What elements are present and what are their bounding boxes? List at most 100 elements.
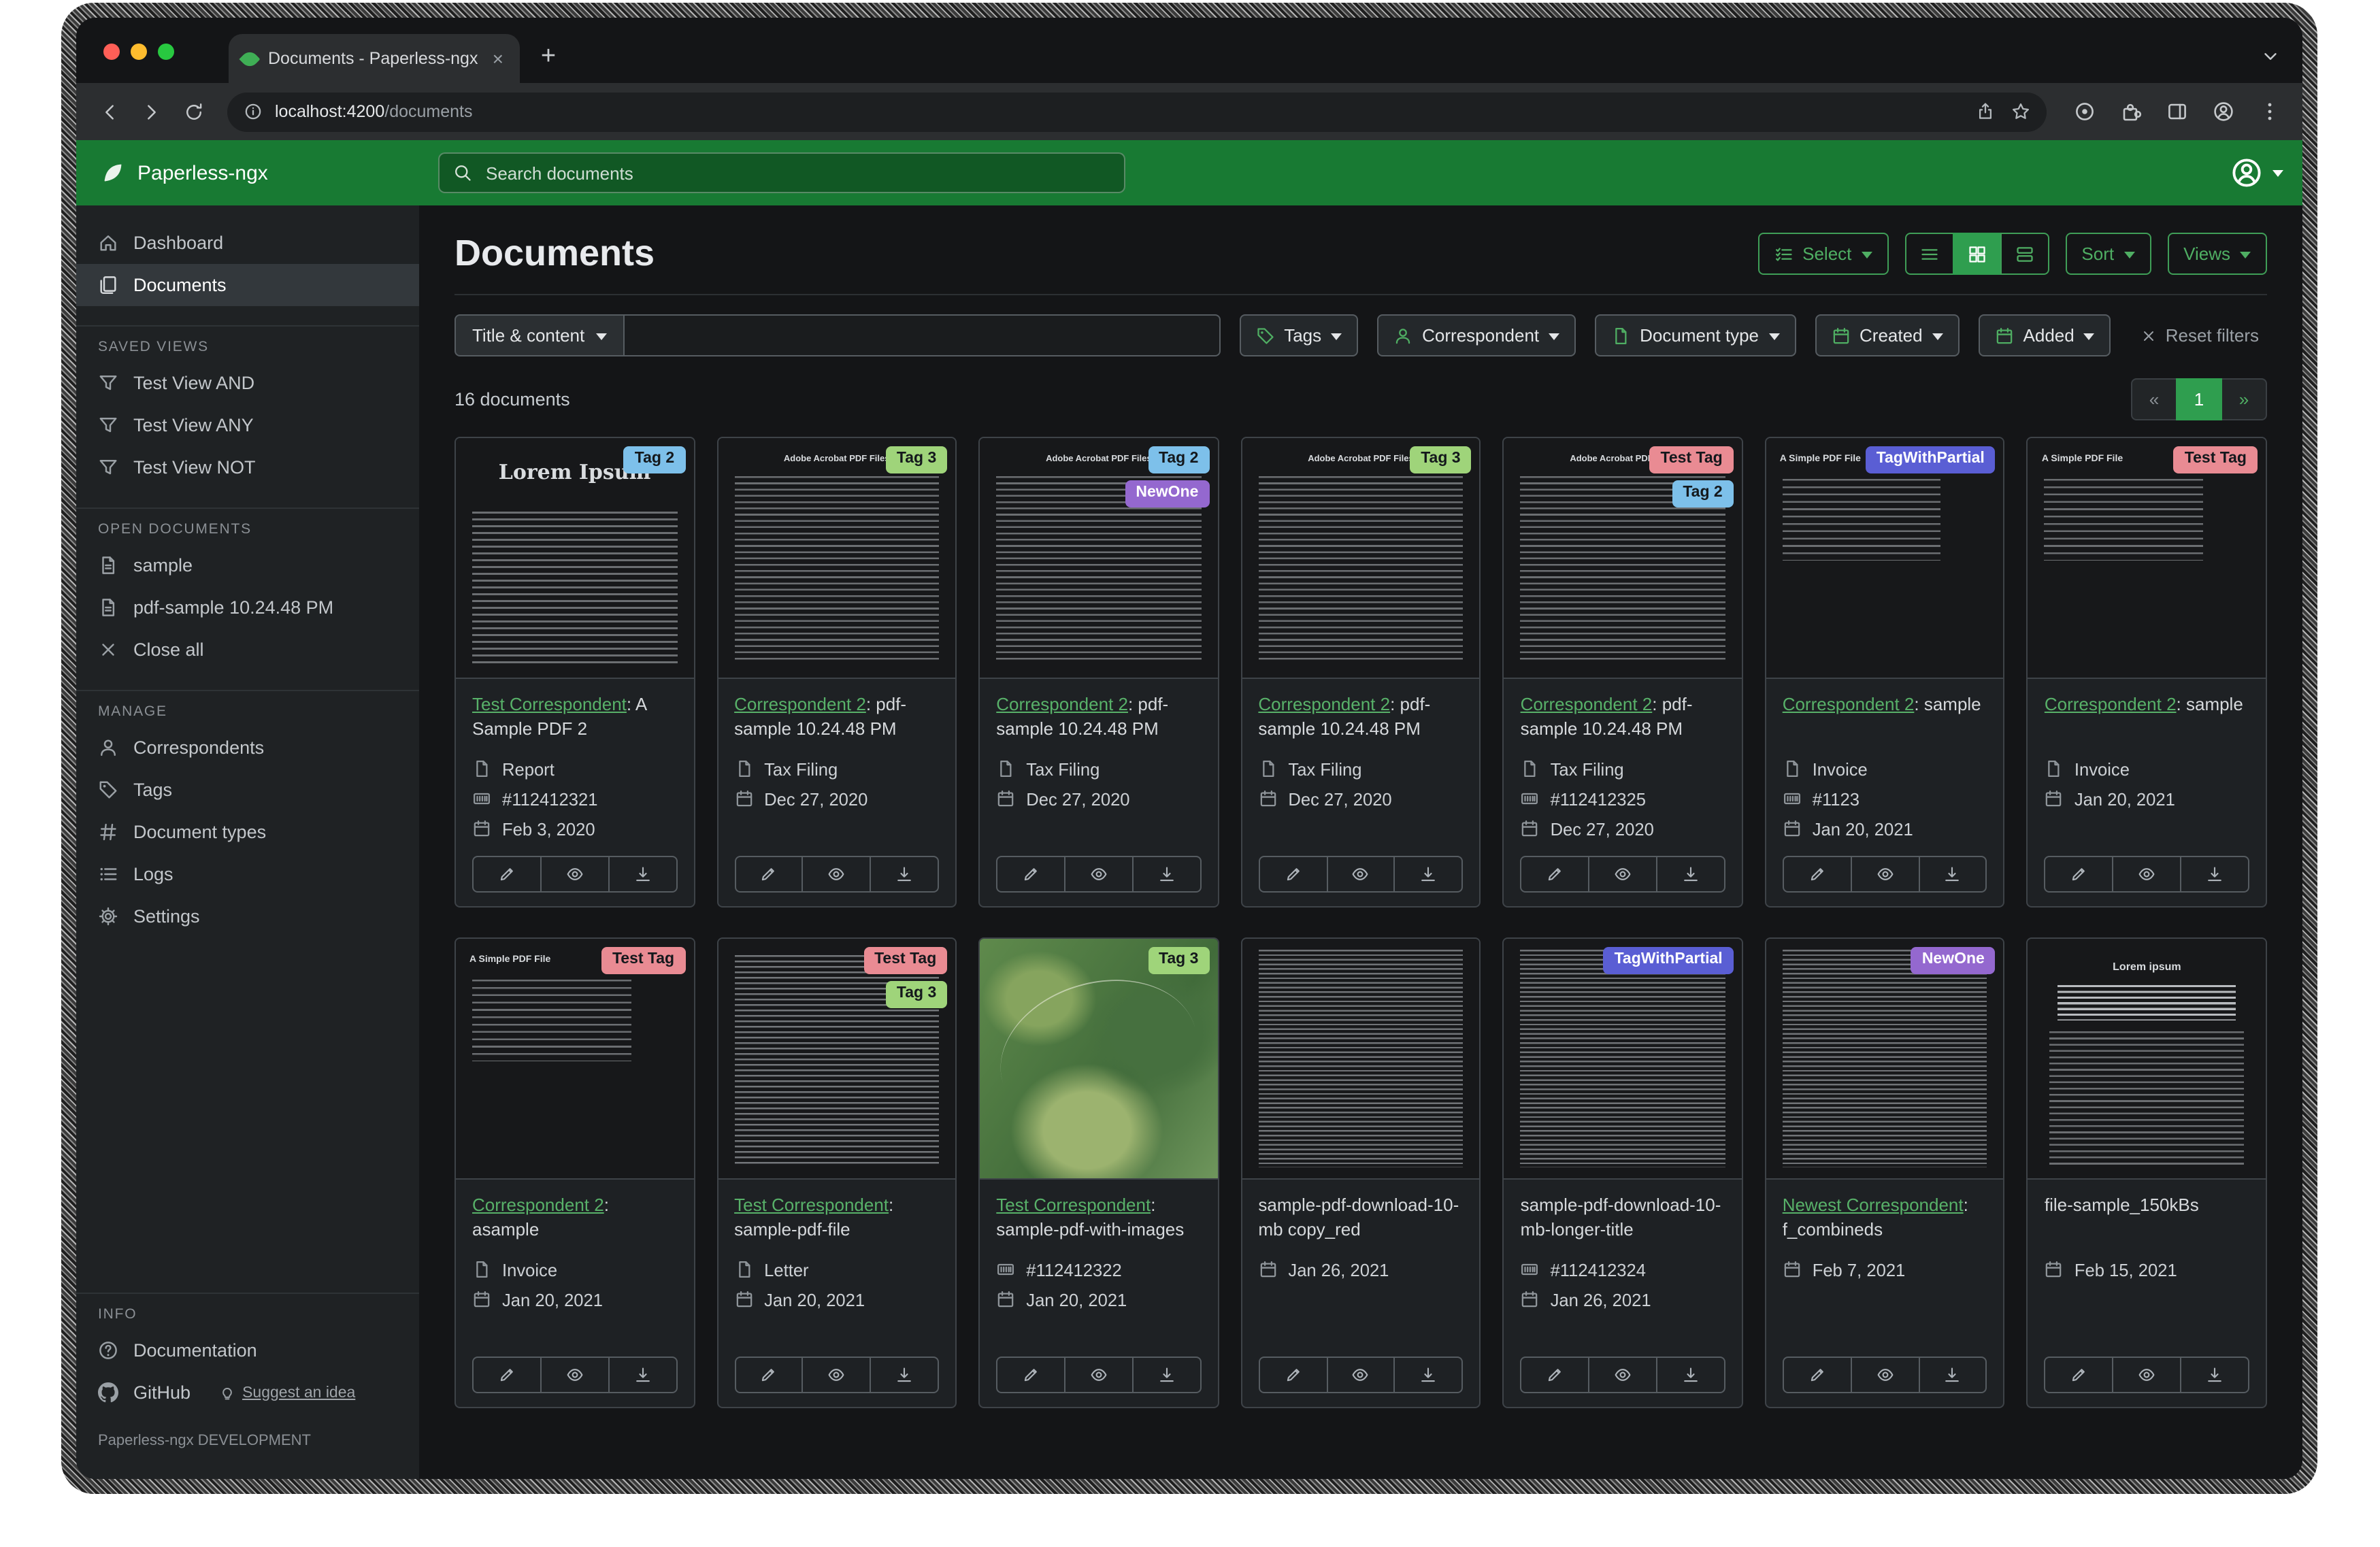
preview-button[interactable] — [2113, 856, 2182, 893]
download-button[interactable] — [2180, 1357, 2249, 1393]
filter-field-selector[interactable]: Title & content — [454, 314, 624, 356]
address-bar[interactable]: localhost:4200/documents — [227, 92, 2047, 131]
correspondent-link[interactable]: Newest Correspondent — [1783, 1195, 1964, 1215]
correspondent-link[interactable]: Correspondent 2 — [472, 1195, 604, 1215]
sidebar-item-test-view-any[interactable]: Test View ANY — [76, 404, 419, 446]
sidebar-item-dashboard[interactable]: Dashboard — [76, 222, 419, 264]
document-title[interactable]: sample-pdf-download-10-mb-longer-title — [1521, 1193, 1725, 1242]
document-title[interactable]: Test Correspondent: sample-pdf-with-imag… — [996, 1193, 1201, 1242]
preview-button[interactable] — [540, 856, 610, 893]
sidebar-item-test-view-not[interactable]: Test View NOT — [76, 446, 419, 488]
download-button[interactable] — [870, 1357, 940, 1393]
sidebar-item-github[interactable]: GitHubSuggest an idea — [76, 1371, 419, 1414]
profile-avatar-button[interactable] — [2204, 93, 2243, 131]
document-thumbnail[interactable]: Adobe Acrobat PDF Files Test TagTag 2 — [1504, 438, 1742, 679]
edit-button[interactable] — [1258, 856, 1327, 893]
download-button[interactable] — [1918, 856, 1987, 893]
previous-page-button[interactable]: « — [2131, 378, 2177, 420]
search-input[interactable] — [483, 161, 1110, 184]
edit-button[interactable] — [472, 1357, 542, 1393]
document-title[interactable]: Correspondent 2: pdf-sample 10.24.48 PM — [1258, 693, 1463, 742]
document-title[interactable]: Correspondent 2: sample — [2045, 693, 2249, 742]
download-button[interactable] — [608, 1357, 677, 1393]
sidebar-item-logs[interactable]: Logs — [76, 853, 419, 895]
sidebar-item-sample[interactable]: sample — [76, 544, 419, 586]
tag-badge[interactable]: Test Tag — [601, 947, 685, 974]
document-thumbnail[interactable]: Lorem ipsum — [2028, 939, 2266, 1180]
document-thumbnail[interactable]: Adobe Acrobat PDF Files Tag 3 — [718, 438, 955, 679]
browser-tab[interactable]: Documents - Paperless-ngx × — [229, 34, 520, 83]
title-content-input[interactable] — [624, 314, 1220, 356]
correspondent-link[interactable]: Correspondent 2 — [734, 694, 866, 714]
edit-button[interactable] — [1521, 856, 1590, 893]
document-title[interactable]: Newest Correspondent: f_combineds — [1783, 1193, 1987, 1242]
preview-button[interactable] — [2113, 1357, 2182, 1393]
app-brand[interactable]: Paperless-ngx — [95, 161, 438, 185]
site-info-icon[interactable] — [244, 102, 263, 121]
sidebar-item-pdf-sample-10-24-48-pm[interactable]: pdf-sample 10.24.48 PM — [76, 586, 419, 629]
download-button[interactable] — [1132, 1357, 1202, 1393]
document-title[interactable]: Correspondent 2: pdf-sample 10.24.48 PM — [1521, 693, 1725, 742]
document-title[interactable]: Correspondent 2: sample — [1783, 693, 1987, 742]
correspondent-link[interactable]: Test Correspondent — [472, 694, 627, 714]
preview-button[interactable] — [1850, 856, 1919, 893]
filter-document-type-button[interactable]: Document type — [1595, 314, 1796, 356]
share-icon[interactable] — [1976, 102, 1995, 121]
views-button[interactable]: Views — [2167, 233, 2267, 275]
document-title[interactable]: Test Correspondent: sample-pdf-file — [734, 1193, 939, 1242]
select-button[interactable]: Select — [1757, 233, 1888, 275]
back-button[interactable] — [90, 92, 129, 131]
edit-button[interactable] — [734, 1357, 804, 1393]
filter-created-button[interactable]: Created — [1815, 314, 1960, 356]
download-button[interactable] — [1394, 1357, 1464, 1393]
tag-badge[interactable]: Test Tag — [863, 947, 947, 974]
download-button[interactable] — [1656, 1357, 1725, 1393]
next-page-button[interactable]: » — [2221, 378, 2267, 420]
document-title[interactable]: file-sample_150kBs — [2045, 1193, 2249, 1242]
bookmark-star-icon[interactable] — [2011, 102, 2030, 121]
sidebar-item-tags[interactable]: Tags — [76, 769, 419, 811]
sidebar-item-documents[interactable]: Documents — [76, 264, 419, 306]
grid-view-button[interactable] — [1952, 233, 2001, 275]
correspondent-link[interactable]: Correspondent 2 — [1258, 694, 1390, 714]
reset-filters-button[interactable]: Reset filters — [2133, 324, 2267, 347]
user-menu[interactable] — [2230, 156, 2283, 189]
tag-badge[interactable]: Tag 3 — [1410, 446, 1471, 473]
extensions-puzzle-button[interactable] — [2112, 93, 2150, 131]
reload-button[interactable] — [174, 92, 214, 131]
edit-button[interactable] — [996, 1357, 1065, 1393]
tag-badge[interactable]: Tag 2 — [1148, 446, 1209, 473]
correspondent-link[interactable]: Test Correspondent — [734, 1195, 889, 1215]
sidebar-item-documentation[interactable]: Documentation — [76, 1329, 419, 1371]
preview-button[interactable] — [802, 856, 872, 893]
edit-button[interactable] — [2045, 856, 2114, 893]
tag-badge[interactable]: NewOne — [1911, 947, 1996, 974]
preview-button[interactable] — [1588, 856, 1657, 893]
edit-button[interactable] — [472, 856, 542, 893]
preview-button[interactable] — [1064, 1357, 1134, 1393]
download-button[interactable] — [870, 856, 940, 893]
tag-badge[interactable]: TagWithPartial — [1604, 947, 1734, 974]
tab-search-caret-icon[interactable] — [2260, 46, 2281, 67]
download-button[interactable] — [608, 856, 677, 893]
tag-badge[interactable]: NewOne — [1125, 480, 1209, 508]
preview-button[interactable] — [540, 1357, 610, 1393]
new-tab-button[interactable]: + — [528, 37, 569, 78]
download-button[interactable] — [1132, 856, 1202, 893]
download-button[interactable] — [1918, 1357, 1987, 1393]
sidebar-link-suggest-an-idea[interactable]: Suggest an idea — [219, 1384, 355, 1401]
minimize-window-button[interactable] — [131, 44, 147, 60]
correspondent-link[interactable]: Correspondent 2 — [1783, 694, 1915, 714]
document-thumbnail[interactable]: Tag 3 — [980, 939, 1217, 1180]
preview-button[interactable] — [1850, 1357, 1919, 1393]
tag-badge[interactable]: Tag 2 — [1672, 480, 1733, 508]
sidebar-item-close-all[interactable]: Close all — [76, 629, 419, 671]
tag-badge[interactable]: Tag 3 — [886, 446, 947, 473]
document-title[interactable]: Correspondent 2: pdf-sample 10.24.48 PM — [996, 693, 1201, 742]
page-1-button[interactable]: 1 — [2176, 378, 2222, 420]
download-button[interactable] — [1394, 856, 1464, 893]
document-title[interactable]: Correspondent 2: asample — [472, 1193, 677, 1242]
zoom-window-button[interactable] — [158, 44, 174, 60]
correspondent-link[interactable]: Test Correspondent — [996, 1195, 1151, 1215]
edit-button[interactable] — [2045, 1357, 2114, 1393]
